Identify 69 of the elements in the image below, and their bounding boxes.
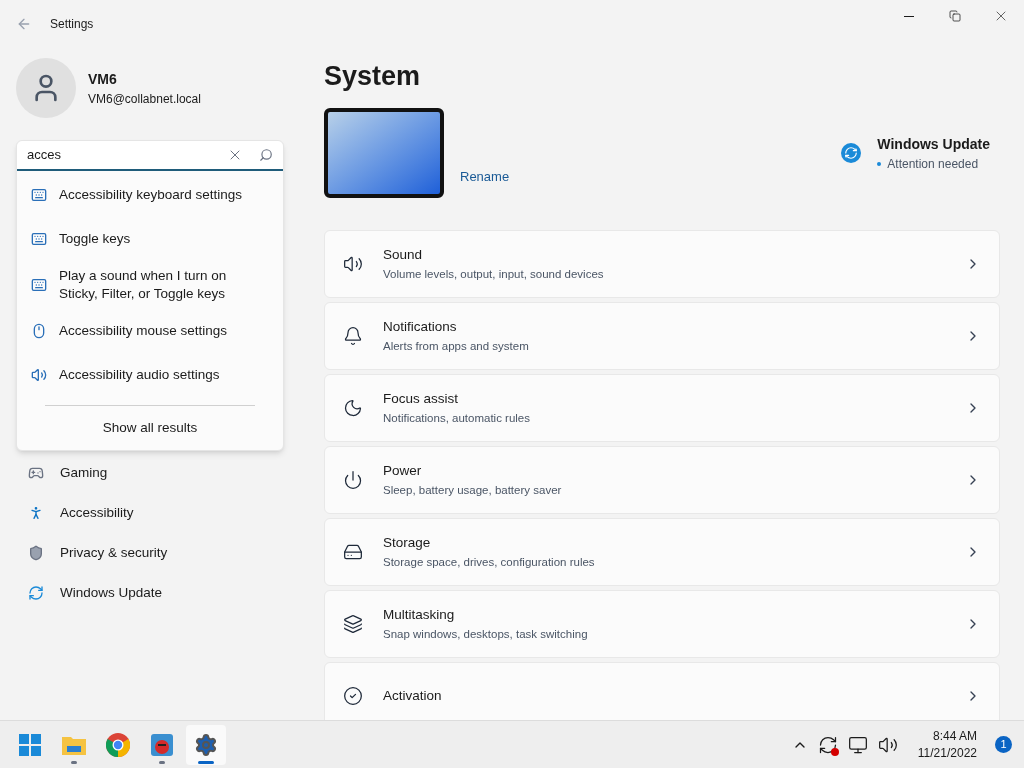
shield-icon (28, 545, 44, 561)
card-title: Notifications (383, 318, 458, 337)
sidebar-item[interactable]: Accessibility (16, 493, 284, 533)
settings-card[interactable]: Notifications Alerts from apps and system (324, 302, 1000, 370)
card-title: Storage (383, 534, 432, 553)
clock-date[interactable]: 11/21/2022 (917, 744, 977, 762)
settings-card[interactable]: Sound Volume levels, output, input, sound devices (324, 230, 1000, 298)
drive-icon (343, 542, 363, 562)
search-result[interactable]: Accessibility keyboard settings (17, 173, 283, 217)
user-email: VM6@collabnet.local (88, 90, 201, 108)
running-indicator (71, 760, 77, 764)
speaker-icon (31, 367, 47, 383)
sidebar-item[interactable]: Gaming (16, 453, 284, 493)
search-result[interactable]: Play a sound when I turn on Sticky, Filter, or Toggle keys (17, 261, 283, 309)
search-result[interactable]: Toggle keys (17, 217, 283, 261)
settings-card[interactable]: Power Sleep, battery usage, battery saver (324, 446, 1000, 514)
show-all-results-button[interactable]: Show all results (17, 406, 283, 450)
check-circle-icon (343, 686, 363, 706)
gamepad-icon (28, 465, 44, 481)
page-title: System (324, 60, 422, 93)
sidebar-item[interactable]: Privacy & security (16, 533, 284, 573)
update-status: Attention needed (887, 155, 979, 173)
card-title: Sound (383, 246, 424, 265)
card-title: Focus assist (383, 390, 460, 409)
settings-card[interactable]: Multitasking Snap windows, desktops, task switching (324, 590, 1000, 658)
keyboard-icon (31, 277, 47, 293)
settings-card[interactable]: Focus assist Notifications, automatic rules (324, 374, 1000, 442)
clock-time[interactable]: 8:44 AM (932, 727, 977, 745)
card-subtitle: Sleep, battery usage, battery saver (383, 482, 563, 498)
windows-logo-icon (19, 733, 41, 756)
notification-badge[interactable]: 1 (995, 736, 1012, 753)
update-icon (841, 143, 862, 163)
user-name: VM6 (88, 69, 118, 89)
refresh-icon (28, 585, 44, 601)
browser-logo-icon (106, 732, 130, 757)
mouse-icon (31, 323, 47, 339)
moon-icon (343, 398, 363, 418)
keyboard-icon (31, 187, 47, 203)
settings-card[interactable]: Activation (324, 662, 1000, 720)
sync-icon[interactable] (817, 734, 838, 755)
restore-icon (949, 10, 961, 22)
update-title: Windows Update (877, 134, 990, 154)
card-subtitle: Notifications, automatic rules (383, 410, 531, 426)
power-icon (343, 470, 363, 490)
minimize-icon (904, 15, 914, 17)
keyboard-icon (31, 231, 47, 247)
person-icon (28, 505, 44, 521)
search-value: acces (27, 146, 62, 165)
gear-icon (194, 732, 218, 757)
speaker-icon (343, 254, 363, 274)
taskbar-app[interactable] (186, 724, 226, 765)
card-subtitle: Storage space, drives, configuration rules (383, 554, 596, 570)
card-title: Power (383, 462, 423, 481)
card-title: Multitasking (383, 606, 456, 625)
bell-icon (343, 326, 363, 346)
card-subtitle: Volume levels, output, input, sound devices (383, 266, 605, 282)
running-indicator (198, 760, 214, 764)
window-title: Settings (50, 16, 94, 33)
rename-link[interactable]: Rename (460, 166, 510, 186)
search-field[interactable]: acces (17, 141, 283, 171)
settings-card[interactable]: Storage Storage space, drives, configuration rules (324, 518, 1000, 586)
card-title: Activation (383, 686, 443, 705)
card-subtitle: Alerts from apps and system (383, 338, 530, 354)
search-result[interactable]: Accessibility mouse settings (17, 309, 283, 353)
card-subtitle: Snap windows, desktops, task switching (383, 626, 589, 642)
sidebar-item[interactable]: Windows Update (16, 573, 284, 613)
search-result[interactable]: Accessibility audio settings (17, 353, 283, 397)
running-indicator (159, 760, 165, 764)
search-icon[interactable] (259, 148, 273, 162)
